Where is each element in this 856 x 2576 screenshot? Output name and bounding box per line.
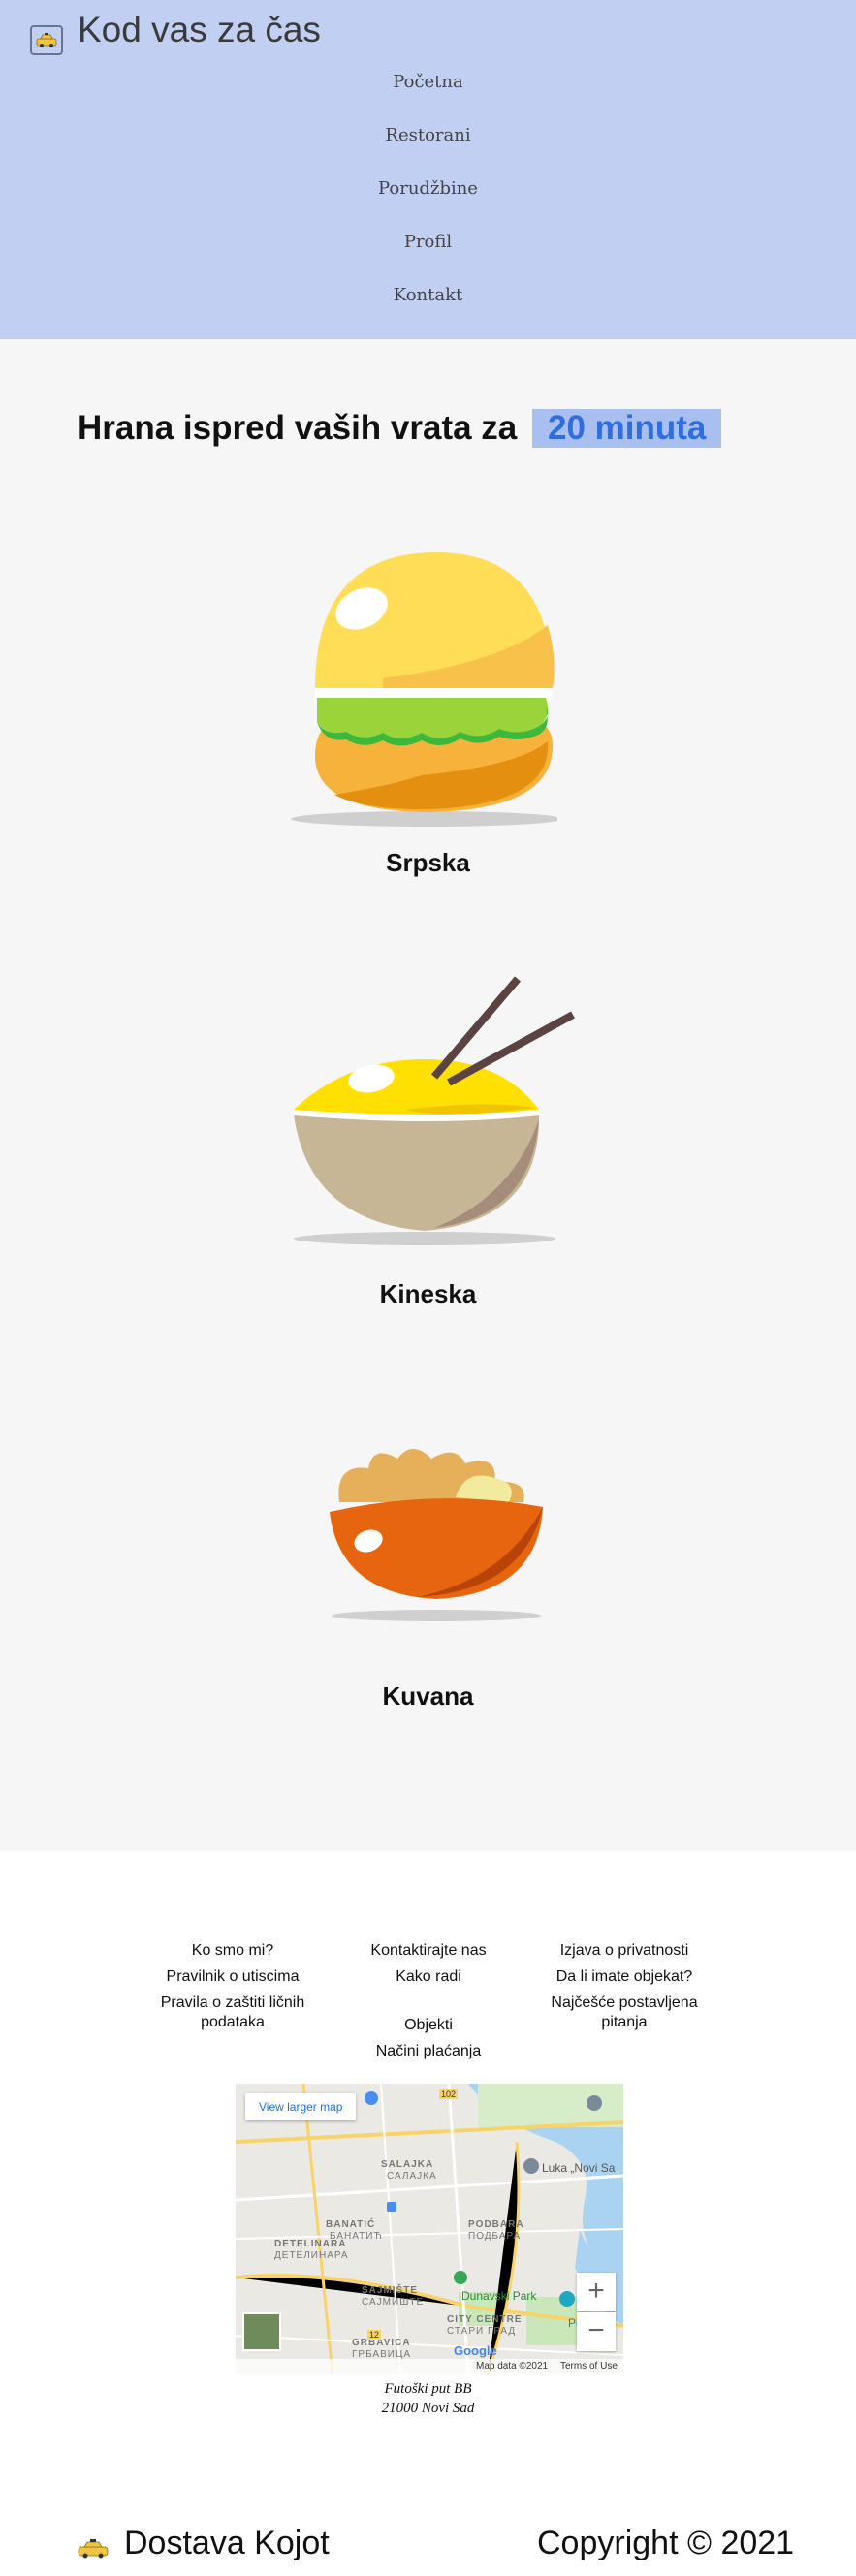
site-header: Kod vas za čas Početna Restorani Porudžb…	[0, 0, 856, 339]
nav-pocetna[interactable]: Početna	[0, 72, 856, 92]
nav-restorani[interactable]: Restorani	[0, 125, 856, 145]
map-label: CITY CENTRE	[447, 2314, 523, 2325]
link-nacini-placanja[interactable]: Načini plaćanja	[332, 2042, 525, 2061]
address-line-1: Futoški put BB	[384, 2381, 472, 2397]
map-label: DETELINARA	[274, 2239, 347, 2249]
footer-brand: Dostava Kojot	[124, 2525, 330, 2561]
map-road-label: 12	[367, 2330, 382, 2340]
map-road-label: 102	[439, 2089, 459, 2099]
map-label: ПОДБАРА	[468, 2231, 522, 2242]
dish-srpska[interactable]: Srpska	[0, 552, 856, 901]
map-poi-label: Luka „Novi Sa	[542, 2161, 616, 2175]
dish-kineska[interactable]: Kineska	[0, 974, 856, 1323]
site-title: Kod vas za čas	[78, 10, 321, 49]
map-label: BANATIĆ	[326, 2219, 376, 2230]
footer-col-2: Kontaktirajte nas Kako radi Objekti Nači…	[332, 1941, 525, 2068]
dish-label: Kuvana	[382, 1681, 474, 1711]
noodle-bowl-icon	[294, 976, 575, 1245]
link-kako-radi[interactable]: Kako radi	[332, 1967, 525, 1987]
link-pravila-zastite[interactable]: Pravila o zaštiti ličnih podataka	[136, 1994, 330, 2032]
map-label: SALAJKA	[381, 2159, 434, 2170]
link-pravilnik[interactable]: Pravilnik o utiscima	[136, 1967, 330, 1987]
nav-kontakt[interactable]: Kontakt	[0, 285, 856, 305]
google-logo: Google	[454, 2343, 497, 2358]
headline-highlight: 20 minuta	[532, 409, 722, 448]
map-label: САЈМИШТЕ	[362, 2297, 425, 2308]
dish-kuvana[interactable]: Kuvana	[0, 1444, 856, 1793]
taxi-icon[interactable]	[30, 25, 63, 55]
link-imate-objekat[interactable]: Da li imate objekat?	[527, 1967, 721, 1987]
nav-porudzbine[interactable]: Porudžbine	[0, 178, 856, 199]
dish-label: Kineska	[379, 1279, 477, 1308]
map-label: PODBARA	[468, 2219, 524, 2230]
map-poi-label: Dunavski Park	[461, 2289, 537, 2303]
map-attribution-bar: Map data ©2021 Terms of Use	[236, 2359, 623, 2374]
address: Futoški put BB 21000 Novi Sad	[0, 2379, 856, 2418]
dish-label: Srpska	[386, 848, 470, 877]
address-line-2: 21000 Novi Sad	[381, 2401, 475, 2416]
burger-icon	[291, 552, 557, 827]
site-footer: Ko smo mi? Pravilnik o utiscima Pravila …	[0, 1851, 856, 2576]
copyright: Copyright © 2021	[537, 2525, 795, 2561]
map-graphic	[236, 2084, 623, 2374]
map-label: GRBAVICA	[352, 2338, 411, 2348]
hero-section: Hrana ispred vaših vrata za 20 minuta Sr…	[0, 339, 856, 1851]
link-faq[interactable]: Najčešće postavljena pitanja	[527, 1994, 721, 2032]
headline-text: Hrana ispred vaših vrata za	[78, 409, 518, 447]
nav-profil[interactable]: Profil	[0, 232, 856, 252]
zoom-out-button[interactable]: −	[577, 2312, 616, 2351]
footer-col-3: Izjava o privatnosti Da li imate objekat…	[527, 1941, 721, 2039]
zoom-in-button[interactable]: +	[577, 2273, 616, 2311]
footer-col-1: Ko smo mi? Pravilnik o utiscima Pravila …	[136, 1941, 330, 2039]
hero-headline: Hrana ispred vaših vrata za 20 minuta	[78, 409, 722, 448]
link-kontaktirajte[interactable]: Kontaktirajte nas	[332, 1941, 525, 1961]
location-map[interactable]: SALAJKA САЛАЈКА BANATIĆ БАНАТИЋ PODBARA …	[236, 2084, 623, 2374]
map-label: САЛАЈКА	[387, 2171, 437, 2182]
map-terms-link[interactable]: Terms of Use	[560, 2361, 618, 2372]
link-izjava-privatnost[interactable]: Izjava o privatnosti	[527, 1941, 721, 1961]
soup-bowl-icon	[330, 1449, 543, 1621]
map-label: СТАРИ ГРАД	[447, 2326, 517, 2337]
link-objekti[interactable]: Objekti	[332, 2016, 525, 2035]
link-ko-smo-mi[interactable]: Ko smo mi?	[136, 1941, 330, 1961]
taxi-icon	[78, 2539, 109, 2559]
view-larger-map-button[interactable]: View larger map	[245, 2093, 357, 2120]
map-attribution: Map data ©2021	[476, 2361, 549, 2372]
map-label: ДЕТЕЛИНАРА	[274, 2250, 349, 2261]
map-label: SAJMIŠTE	[362, 2285, 419, 2296]
